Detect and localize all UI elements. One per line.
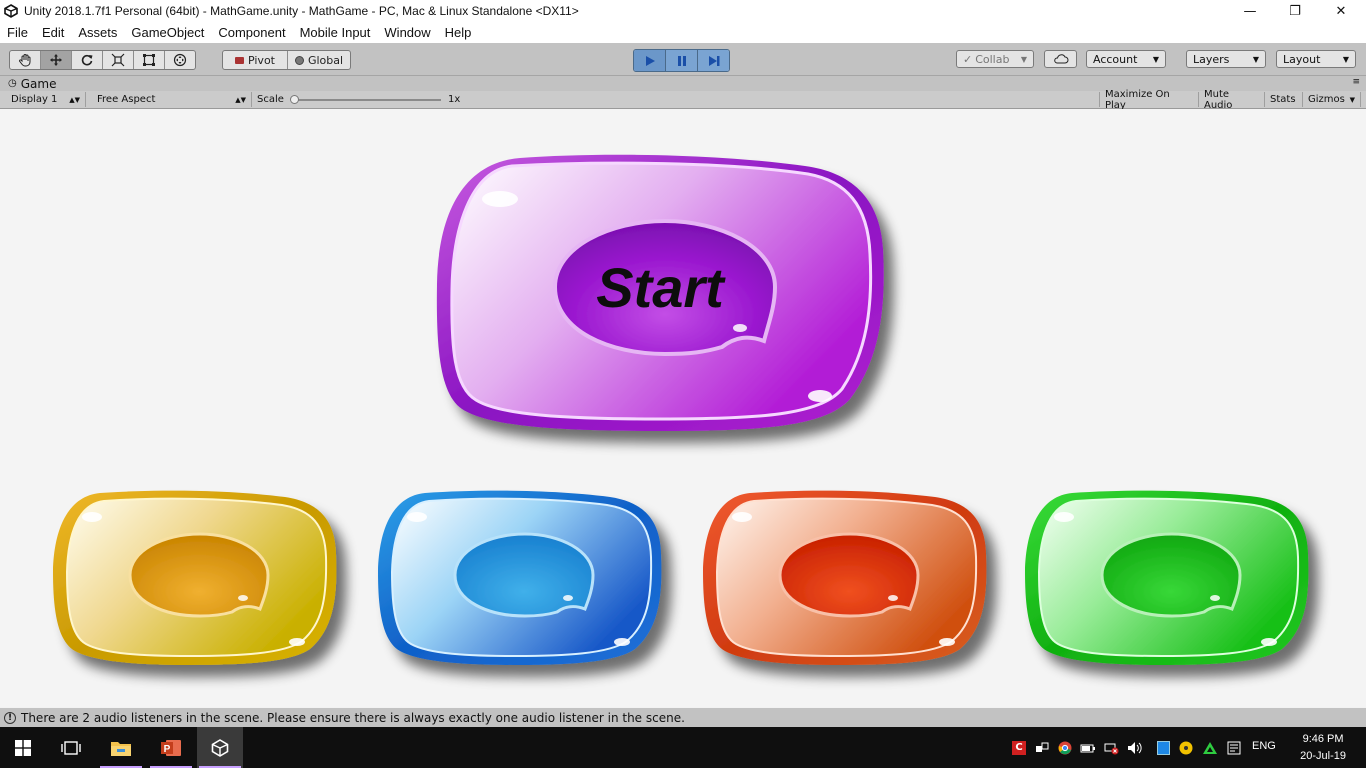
notes-icon[interactable]: [1225, 739, 1243, 757]
volume-icon[interactable]: [1127, 739, 1145, 757]
pivot-icon: [234, 56, 244, 64]
unity-icon[interactable]: [197, 727, 243, 768]
ccleaner-icon[interactable]: C: [1010, 739, 1028, 757]
global-button[interactable]: Global: [288, 51, 350, 69]
main-toolbar: Pivot Global ✓ Collab ▼ Account ▼ Layers …: [0, 43, 1366, 76]
account-dropdown[interactable]: Account ▼: [1086, 50, 1166, 68]
cloud-button[interactable]: [1044, 50, 1077, 68]
console-status-bar[interactable]: ! There are 2 audio listeners in the sce…: [0, 708, 1366, 727]
start-button[interactable]: Start: [436, 154, 884, 431]
svg-text:P: P: [164, 744, 171, 755]
clock-date: 20-Jul-19: [1300, 750, 1346, 762]
pivot-global-group: Pivot Global: [222, 50, 351, 70]
clock[interactable]: 9:46 PM 20-Jul-19: [1300, 731, 1346, 765]
windows-taskbar: P C ENG 9:46 PM 20-Jul-19: [0, 727, 1366, 768]
red-button[interactable]: [703, 490, 987, 665]
menu-bar: File Edit Assets GameObject Component Mo…: [0, 22, 1366, 43]
dropdown-arrow-icon: ▼: [1020, 54, 1027, 64]
device-sync-icon[interactable]: [1154, 739, 1172, 757]
pause-icon[interactable]: [666, 50, 698, 71]
blue-button[interactable]: [378, 490, 662, 665]
dropdown-arrow-icon: ▲▼: [235, 95, 246, 104]
panel-menu-icon[interactable]: ≡: [1352, 77, 1360, 87]
stats-toggle[interactable]: Stats: [1265, 92, 1303, 107]
menu-edit[interactable]: Edit: [35, 25, 71, 40]
scale-icon[interactable]: [103, 51, 134, 69]
game-toolbar: Display 1 ▲▼ Free Aspect ▲▼ Scale 1x Max…: [0, 89, 1366, 111]
layout-dropdown[interactable]: Layout ▼: [1276, 50, 1356, 68]
layers-dropdown[interactable]: Layers ▼: [1186, 50, 1266, 68]
display-dropdown[interactable]: Display 1 ▲▼: [6, 92, 86, 107]
step-icon[interactable]: [698, 50, 729, 71]
start-label: Start: [596, 256, 726, 319]
scale-slider-handle[interactable]: [290, 95, 299, 104]
menu-assets[interactable]: Assets: [71, 25, 124, 40]
battery-icon[interactable]: [1079, 739, 1097, 757]
play-controls: [633, 49, 730, 72]
window-title: Unity 2018.1.7f1 Personal (64bit) - Math…: [24, 4, 579, 18]
mute-audio-toggle[interactable]: Mute Audio: [1199, 89, 1265, 111]
menu-gameobject[interactable]: GameObject: [124, 25, 211, 40]
dropdown-arrow-icon: ▼: [1349, 95, 1355, 104]
menu-component[interactable]: Component: [211, 25, 292, 40]
dropdown-arrow-icon: ▼: [1152, 54, 1159, 64]
cloud-icon: [1053, 54, 1068, 64]
windows-start-icon[interactable]: [0, 727, 46, 768]
transform-tools: [9, 50, 196, 70]
green-triangle-icon[interactable]: [1201, 739, 1219, 757]
rotate-icon[interactable]: [72, 51, 103, 69]
restore-icon[interactable]: ❐: [1272, 0, 1318, 22]
dropdown-arrow-icon: ▼: [1342, 54, 1349, 64]
scale-value: 1x: [448, 94, 461, 105]
check-icon: ✓: [963, 52, 973, 66]
game-tab-icon: ◷: [8, 78, 17, 89]
tab-game[interactable]: ◷ Game: [0, 77, 56, 91]
scale-slider-track[interactable]: [295, 99, 441, 101]
minimize-icon[interactable]: —: [1227, 0, 1273, 22]
network-devices-icon[interactable]: [1033, 739, 1051, 757]
rect-icon[interactable]: [134, 51, 165, 69]
file-explorer-icon[interactable]: [98, 727, 144, 768]
chrome-icon[interactable]: [1056, 739, 1074, 757]
dropdown-arrow-icon: ▼: [1252, 54, 1259, 64]
yellow-button[interactable]: [53, 490, 337, 665]
green-button[interactable]: [1025, 490, 1309, 665]
network-disconnected-icon[interactable]: [1102, 739, 1120, 757]
clock-time: 9:46 PM: [1302, 733, 1344, 745]
globe-icon: [294, 55, 304, 65]
scale-label: Scale: [257, 94, 284, 105]
game-view: Start: [0, 109, 1366, 707]
gizmos-dropdown[interactable]: Gizmos ▼: [1303, 92, 1361, 107]
menu-help[interactable]: Help: [438, 25, 479, 40]
unity-logo-icon: [4, 4, 18, 18]
status-message: There are 2 audio listeners in the scene…: [21, 710, 685, 725]
transform-icon[interactable]: [165, 51, 195, 69]
menu-mobile-input[interactable]: Mobile Input: [293, 25, 378, 40]
warning-icon: !: [4, 711, 16, 724]
collab-dropdown[interactable]: ✓ Collab ▼: [956, 50, 1034, 68]
move-icon[interactable]: [41, 51, 72, 69]
pivot-button[interactable]: Pivot: [223, 51, 288, 69]
menu-window[interactable]: Window: [377, 25, 437, 40]
disc-icon[interactable]: [1177, 739, 1195, 757]
title-bar: Unity 2018.1.7f1 Personal (64bit) - Math…: [0, 0, 1366, 22]
play-icon[interactable]: [634, 50, 666, 71]
menu-file[interactable]: File: [0, 25, 35, 40]
language-indicator[interactable]: ENG: [1252, 740, 1276, 752]
powerpoint-icon[interactable]: P: [148, 727, 194, 768]
game-canvas: Start: [53, 154, 1309, 665]
aspect-dropdown[interactable]: Free Aspect ▲▼: [92, 92, 252, 107]
close-icon[interactable]: ✕: [1318, 0, 1364, 22]
task-view-icon[interactable]: [48, 727, 94, 768]
maximize-on-play-toggle[interactable]: Maximize On Play: [1099, 89, 1199, 111]
dropdown-arrow-icon: ▲▼: [69, 95, 80, 104]
hand-icon[interactable]: [10, 51, 41, 69]
